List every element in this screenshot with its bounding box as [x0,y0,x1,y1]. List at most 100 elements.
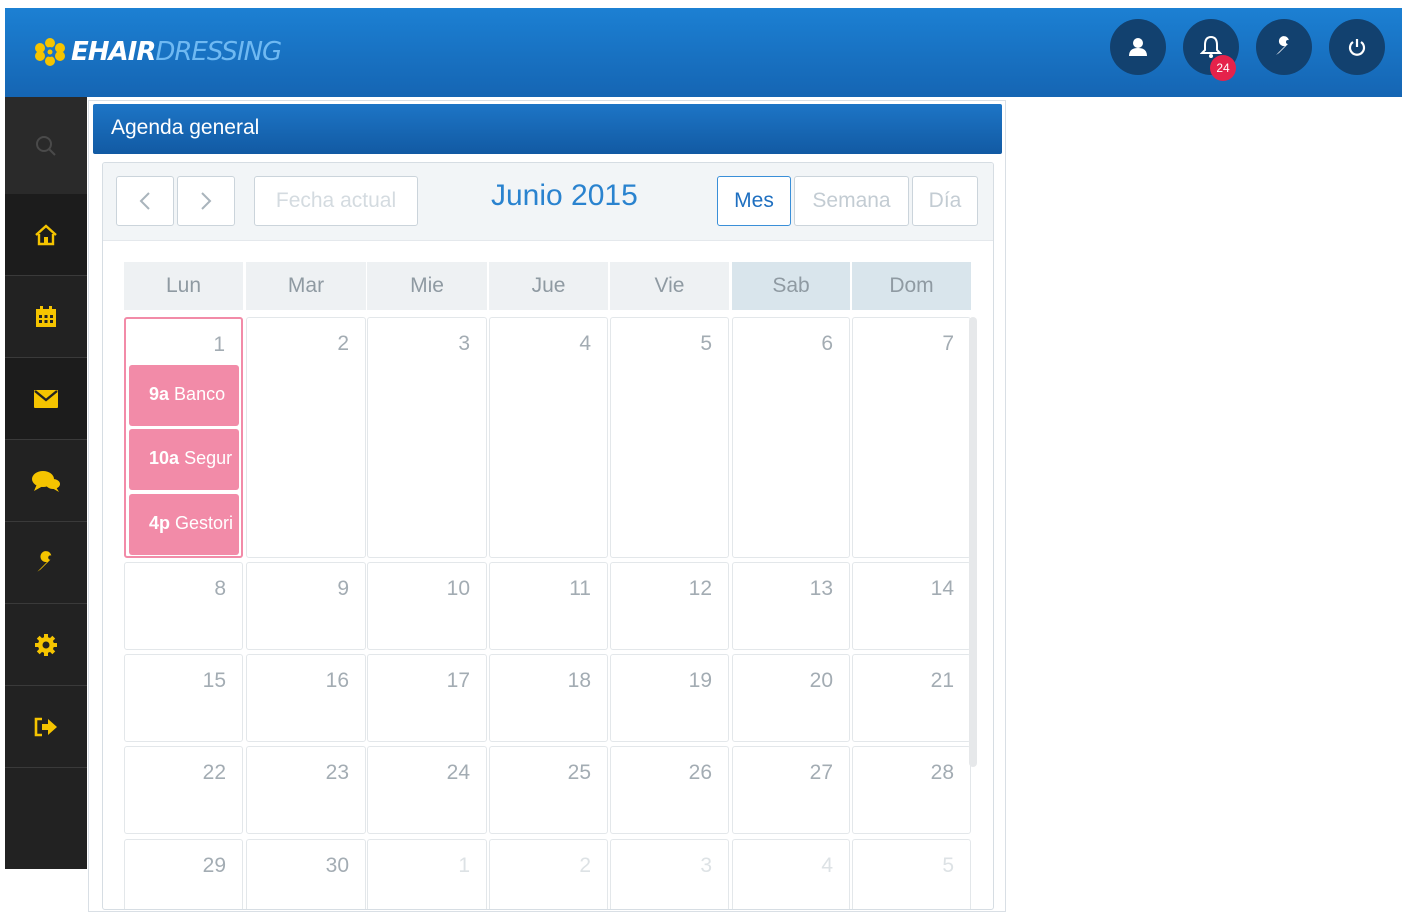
power-button[interactable] [1329,19,1385,75]
sidebar-item-tools[interactable] [5,522,87,604]
day-cell[interactable]: 20 [732,654,850,742]
day-number: 1 [458,854,470,877]
day-cell[interactable]: 25 [489,746,608,834]
day-number: 15 [202,669,226,692]
sidebar-item-settings[interactable] [5,604,87,686]
day-cell[interactable]: 13 [732,562,850,650]
day-cell[interactable]: 5 [610,317,729,558]
day-cell[interactable]: 23 [246,746,366,834]
notifications-button[interactable]: 24 [1183,19,1239,81]
calendar-title: Junio 2015 [491,179,638,212]
sidebar-item-calendar[interactable] [5,276,87,358]
day-cell[interactable]: 3 [367,317,487,558]
brand-logo[interactable]: EHAIR DRESSING [33,36,282,68]
month-view-button[interactable]: Mes [717,176,791,226]
day-number: 27 [809,761,833,784]
day-number: 3 [458,332,470,355]
flower-logo-icon [35,38,65,66]
top-navbar: EHAIR DRESSING 24 [5,8,1402,97]
calendar-event[interactable]: 4p Gestori [129,494,239,555]
day-number: 24 [446,761,470,784]
notification-count-badge: 24 [1210,55,1236,81]
logout-icon [34,717,57,736]
day-number: 29 [202,854,226,877]
event-title: Segur [184,448,233,468]
event-title: Banco [174,384,226,404]
day-cell[interactable]: 6 [732,317,850,558]
calendar-icon [36,305,56,327]
envelope-icon [34,389,58,408]
day-cell[interactable]: 28 [852,746,971,834]
chevron-left-icon [139,192,150,210]
prev-month-button[interactable] [116,176,174,226]
day-number: 5 [942,854,954,877]
day-cell[interactable]: 19 [610,654,729,742]
day-number: 17 [446,669,470,692]
day-cell[interactable]: 15 [124,654,243,742]
day-number: 21 [930,669,954,692]
day-cell[interactable]: 4 [489,317,608,558]
day-cell[interactable]: 2 [246,317,366,558]
day-number: 10 [446,577,470,600]
day-number: 11 [569,577,591,600]
day-number: 23 [325,761,349,784]
day-cell[interactable]: 29 [124,839,243,909]
brand-name-part2: DRESSING [155,37,282,67]
day-cell[interactable]: 30 [246,839,366,909]
day-cell[interactable]: 26 [610,746,729,834]
weekday-header: Mar [246,262,366,310]
search-icon [36,135,56,156]
day-cell[interactable]: 5 [852,839,971,909]
day-cell[interactable]: 22 [124,746,243,834]
weekday-header: Sab [732,262,850,310]
day-cell[interactable]: 17 [367,654,487,742]
home-icon [35,223,57,245]
day-number: 25 [567,761,591,784]
next-month-button[interactable] [177,176,235,226]
day-number: 12 [688,577,712,600]
sidebar-item-logout[interactable] [5,686,87,768]
user-button[interactable] [1110,19,1166,75]
day-cell[interactable]: 11 [489,562,608,650]
day-cell[interactable]: 1 9a Banco 10a Segur 4p Gestori [124,317,243,558]
wrench-icon [37,550,53,572]
day-cell[interactable]: 12 [610,562,729,650]
sidebar-item-home[interactable] [5,194,87,276]
day-cell[interactable]: 4 [732,839,850,909]
day-number: 18 [567,669,591,692]
day-cell[interactable]: 24 [367,746,487,834]
day-number: 6 [821,332,833,355]
calendar-scrollbar[interactable] [969,317,977,767]
sidebar-item-chat[interactable] [5,440,87,522]
today-button[interactable]: Fecha actual [254,176,418,226]
day-cell[interactable]: 16 [246,654,366,742]
tools-button[interactable] [1256,19,1312,75]
day-cell[interactable]: 9 [246,562,366,650]
sidebar-item-messages[interactable] [5,358,87,440]
calendar-toolbar: Fecha actual Junio 2015 Mes Semana Día [103,163,993,241]
calendar-event[interactable]: 10a Segur [129,429,239,490]
day-view-button[interactable]: Día [912,176,978,226]
day-cell[interactable]: 2 [489,839,608,909]
day-cell[interactable]: 8 [124,562,243,650]
brand-name-part1: EHAIR [71,37,156,67]
weekday-header: Lun [124,262,243,310]
day-cell[interactable]: 10 [367,562,487,650]
day-cell[interactable]: 1 [367,839,487,909]
day-cell[interactable]: 3 [610,839,729,909]
day-cell[interactable]: 18 [489,654,608,742]
day-cell[interactable]: 14 [852,562,971,650]
day-cell[interactable]: 27 [732,746,850,834]
weekday-header: Dom [852,262,971,310]
day-number: 30 [325,854,349,877]
week-view-button[interactable]: Semana [794,176,909,226]
sidebar-search[interactable] [5,97,87,194]
day-number: 28 [930,761,954,784]
day-number: 20 [809,669,833,692]
calendar-event[interactable]: 9a Banco [129,365,239,426]
event-time: 10a [149,448,180,468]
user-icon [1129,38,1147,56]
event-time: 9a [149,384,170,404]
day-cell[interactable]: 7 [852,317,971,558]
day-cell[interactable]: 21 [852,654,971,742]
